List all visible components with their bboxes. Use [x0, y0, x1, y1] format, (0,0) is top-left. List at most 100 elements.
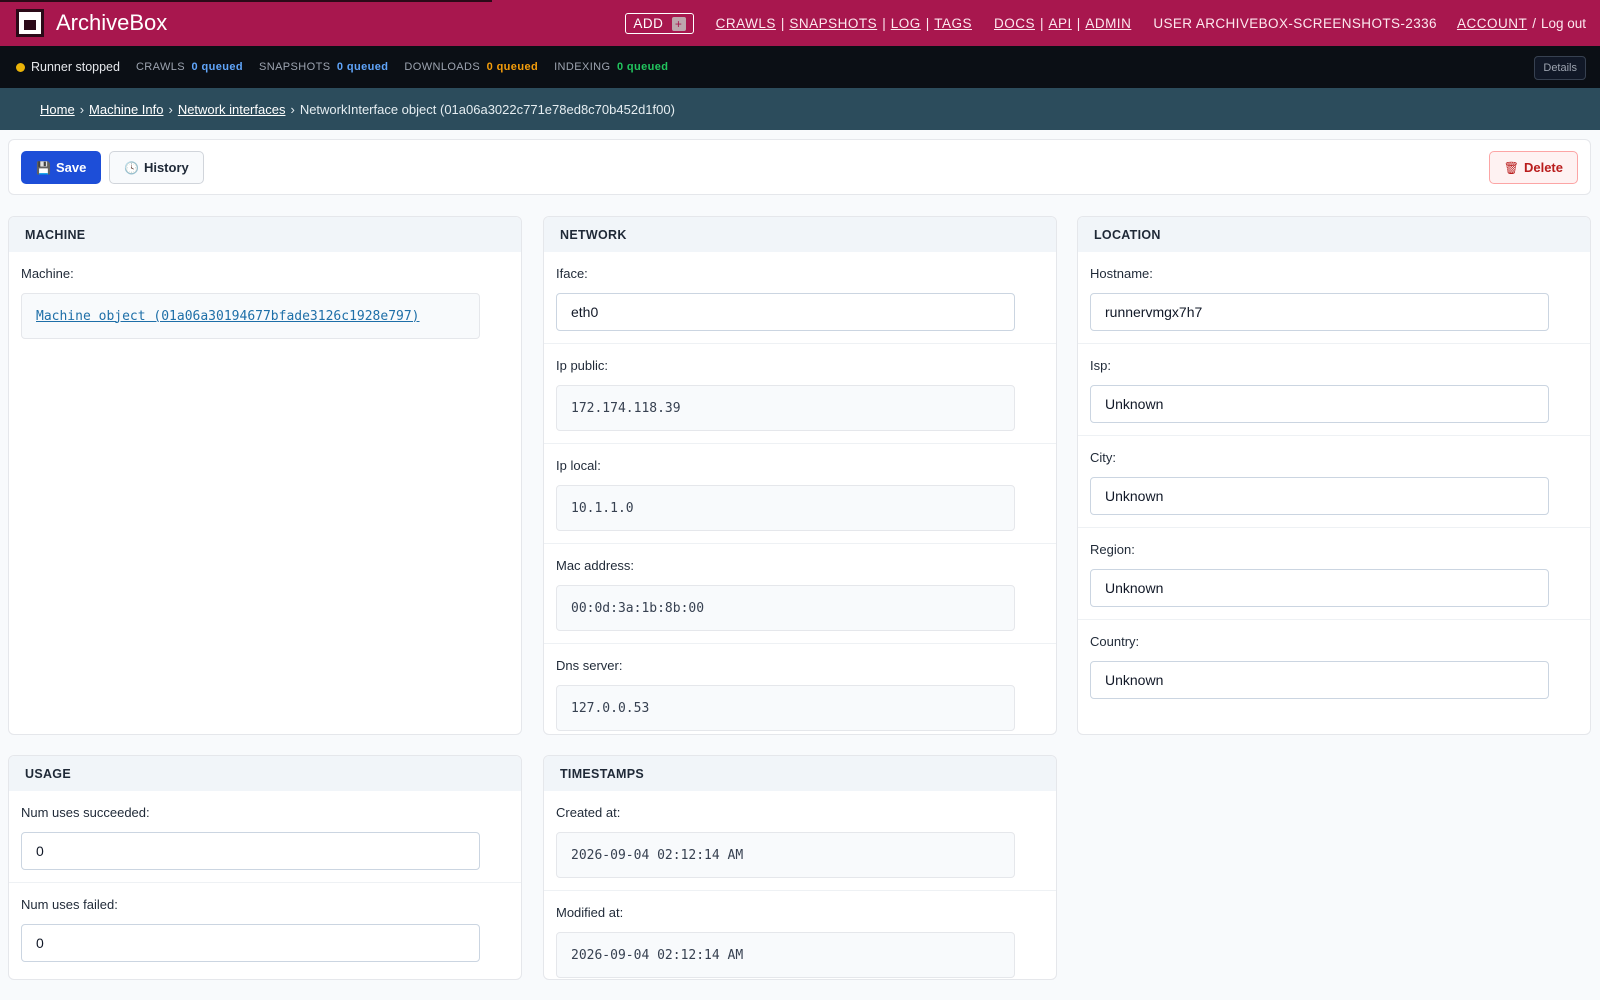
- region-label: Region:: [1090, 542, 1135, 557]
- breadcrumb-home[interactable]: Home: [40, 102, 75, 117]
- usage-panel: USAGE Num uses succeeded: 0 Num uses fai…: [8, 755, 522, 980]
- clock-icon: 🕓: [124, 160, 139, 175]
- iface-label: Iface:: [556, 266, 588, 281]
- modified-at-label: Modified at:: [556, 905, 624, 920]
- ip-local-value: 10.1.1.0: [556, 485, 1015, 531]
- uses-succeeded-field: Num uses succeeded: 0: [9, 791, 521, 883]
- runner-status: Runner stopped: [31, 60, 120, 74]
- history-button[interactable]: 🕓 History: [109, 151, 204, 184]
- save-button[interactable]: 💾 Save: [21, 151, 102, 184]
- delete-label: Delete: [1523, 160, 1563, 175]
- nav-group-docs: DOCS | API | ADMIN: [994, 16, 1131, 31]
- nav-log[interactable]: LOG: [891, 16, 921, 31]
- dns-server-field: Dns server: 127.0.0.53: [544, 644, 1056, 734]
- nav-separator: |: [1040, 15, 1044, 31]
- city-label: City:: [1090, 450, 1116, 465]
- crawls-queue-label: CRAWLS: [135, 61, 186, 73]
- nav-api[interactable]: API: [1049, 16, 1072, 31]
- machine-panel: MACHINE Machine: Machine object (01a06a3…: [8, 216, 522, 735]
- crawls-queue: CRAWLS 0 queued: [136, 61, 243, 73]
- progress-strip: [0, 0, 492, 2]
- nav-separator: |: [1076, 15, 1081, 31]
- plus-icon: +: [671, 16, 686, 31]
- location-panel-title: LOCATION: [1078, 217, 1590, 252]
- downloads-queue-label: DOWNLOADS: [404, 61, 481, 73]
- nav-docs[interactable]: DOCS: [994, 16, 1035, 31]
- indexing-queue-value: 0 queued: [616, 61, 669, 73]
- floppy-disk-icon: 💾: [36, 160, 51, 175]
- region-input[interactable]: Unknown: [1090, 569, 1549, 607]
- nav-slash: /: [1532, 15, 1536, 31]
- uses-succeeded-label: Num uses succeeded:: [21, 805, 150, 820]
- snapshots-queue: SNAPSHOTS 0 queued: [259, 61, 388, 73]
- uses-failed-label: Num uses failed:: [21, 897, 118, 912]
- mac-address-value: 00:0d:3a:1b:8b:00: [556, 585, 1015, 631]
- status-bar: Runner stopped CRAWLS 0 queued SNAPSHOTS…: [0, 46, 1600, 88]
- brand-name: ArchiveBox: [56, 10, 168, 35]
- nav-tags[interactable]: TAGS: [934, 16, 972, 31]
- breadcrumb-separator: ›: [290, 101, 295, 117]
- breadcrumb-separator: ›: [79, 101, 85, 117]
- nav-crawls[interactable]: CRAWLS: [716, 16, 776, 31]
- timestamps-panel: TIMESTAMPS Created at: 2026-09-04 02:12:…: [543, 755, 1057, 980]
- uses-failed-field: Num uses failed: 0: [9, 883, 521, 974]
- created-at-label: Created at:: [556, 805, 621, 820]
- country-input[interactable]: Unknown: [1090, 661, 1549, 699]
- mac-address-label: Mac address:: [556, 558, 635, 573]
- breadcrumb-machine-info[interactable]: Machine Info: [89, 102, 163, 117]
- save-label: Save: [55, 160, 87, 175]
- downloads-queue: DOWNLOADS 0 queued: [404, 61, 538, 73]
- network-panel: NETWORK Iface: eth0 Ip public: 172.174.1…: [543, 216, 1057, 735]
- uses-failed-input[interactable]: 0: [21, 924, 480, 962]
- crawls-queue-value: 0 queued: [191, 61, 243, 73]
- iface-input[interactable]: eth0: [556, 293, 1015, 331]
- delete-button[interactable]: 🗑 Delete: [1488, 151, 1578, 184]
- created-at-value: 2026-09-04 02:12:14 AM: [556, 832, 1015, 878]
- nav-group-main: CRAWLS | SNAPSHOTS | LOG | TAGS: [716, 16, 972, 31]
- details-button[interactable]: Details: [1534, 56, 1586, 80]
- breadcrumb: Home › Machine Info › Network interfaces…: [0, 88, 1600, 130]
- modified-at-field: Modified at: 2026-09-04 02:12:14 AM: [544, 891, 1056, 979]
- machine-field: Machine: Machine object (01a06a30194677b…: [9, 252, 521, 351]
- modified-at-value: 2026-09-04 02:12:14 AM: [556, 932, 1015, 978]
- isp-field: Isp: Unknown: [1078, 344, 1590, 436]
- nav-account[interactable]: ACCOUNT: [1457, 16, 1527, 31]
- created-at-field: Created at: 2026-09-04 02:12:14 AM: [544, 791, 1056, 891]
- iface-field: Iface: eth0: [544, 252, 1056, 344]
- uses-succeeded-input[interactable]: 0: [21, 832, 480, 870]
- machine-value-box: Machine object (01a06a30194677bfade3126c…: [21, 293, 480, 339]
- city-input[interactable]: Unknown: [1090, 477, 1549, 515]
- top-nav: ADD + CRAWLS | SNAPSHOTS | LOG | TAGS DO…: [625, 0, 1586, 46]
- location-panel: LOCATION Hostname: runnervmgx7h7 Isp: Un…: [1077, 216, 1591, 735]
- machine-link[interactable]: Machine object (01a06a30194677bfade3126c…: [36, 309, 420, 324]
- nav-snapshots[interactable]: SNAPSHOTS: [789, 16, 877, 31]
- hostname-input[interactable]: runnervmgx7h7: [1090, 293, 1549, 331]
- runner-status-dot-icon: [16, 62, 25, 72]
- dns-server-value: 127.0.0.53: [556, 685, 1015, 731]
- network-panel-title: NETWORK: [544, 217, 1056, 252]
- add-button[interactable]: ADD +: [625, 12, 694, 34]
- brand-link[interactable]: ArchiveBox: [16, 9, 167, 37]
- ip-public-value: 172.174.118.39: [556, 385, 1015, 431]
- region-field: Region: Unknown: [1078, 528, 1590, 620]
- machine-label: Machine:: [21, 266, 74, 281]
- dns-server-label: Dns server:: [556, 658, 623, 673]
- mac-address-field: Mac address: 00:0d:3a:1b:8b:00: [544, 544, 1056, 644]
- form-toolbar: 💾 Save 🕓 History 🗑 Delete: [8, 139, 1591, 195]
- city-field: City: Unknown: [1078, 436, 1590, 528]
- isp-label: Isp:: [1090, 358, 1111, 373]
- history-label: History: [143, 160, 189, 175]
- hostname-label: Hostname:: [1090, 266, 1153, 281]
- logout-link[interactable]: Log out: [1541, 16, 1586, 31]
- hostname-field: Hostname: runnervmgx7h7: [1078, 252, 1590, 344]
- usage-panel-title: USAGE: [9, 756, 521, 791]
- ip-local-field: Ip local: 10.1.1.0: [544, 444, 1056, 544]
- archivebox-logo-icon: [16, 9, 44, 37]
- trash-icon: 🗑: [1503, 160, 1519, 175]
- nav-admin[interactable]: ADMIN: [1085, 16, 1131, 31]
- indexing-queue: INDEXING 0 queued: [554, 61, 668, 73]
- ip-public-label: Ip public:: [556, 358, 609, 373]
- isp-input[interactable]: Unknown: [1090, 385, 1549, 423]
- breadcrumb-network-interfaces[interactable]: Network interfaces: [178, 102, 286, 117]
- breadcrumb-separator: ›: [168, 101, 173, 117]
